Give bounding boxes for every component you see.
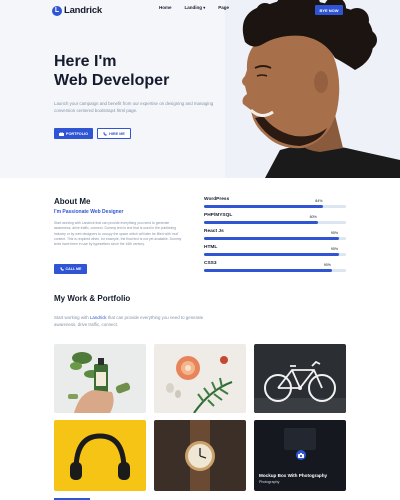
portfolio-image-watch	[154, 420, 246, 491]
skill-percent: 80%	[309, 215, 317, 219]
nav-item-label: Landing	[184, 5, 203, 10]
top-navbar: L Landrick Home Landing ▾ Page BYE NOW	[0, 0, 400, 20]
portfolio-intro-start: Start working with	[54, 315, 90, 320]
phone-icon	[59, 267, 64, 271]
portfolio-item[interactable]	[154, 344, 246, 413]
portfolio-image-headphones	[54, 420, 146, 491]
portfolio-button[interactable]: PORTFOLIO	[54, 128, 93, 139]
nav-item-home[interactable]: Home	[159, 5, 172, 10]
logo-mark-icon: L	[52, 5, 62, 16]
skill-percent: 95%	[330, 231, 339, 235]
skill-item: CSS3 90%	[204, 261, 346, 277]
skill-item: React Js 95%	[204, 229, 346, 245]
portfolio-title: My Work & Portfolio	[54, 294, 131, 303]
hero-subtitle: Launch your campaign and benefit from ou…	[54, 101, 214, 113]
progress-fill	[204, 253, 339, 256]
portfolio-item-hovered[interactable]: Mockup Box With Photography Photography	[254, 420, 346, 491]
developer-portrait	[242, 0, 400, 178]
skill-item: HTML 95%	[204, 245, 346, 261]
nav-item-landing[interactable]: Landing ▾	[185, 5, 206, 10]
skill-percent: 90%	[323, 263, 331, 267]
logo-text: Landrick	[64, 5, 102, 16]
hero-title-line-2: Web Developer	[54, 72, 170, 89]
skill-item: WordPress 84%	[204, 197, 346, 213]
camera-icon[interactable]	[296, 450, 306, 460]
portfolio-item[interactable]	[54, 420, 146, 491]
call-me-button[interactable]: CALL ME	[54, 264, 87, 274]
skill-percent: 95%	[330, 247, 339, 251]
briefcase-icon	[58, 131, 64, 136]
portfolio-item[interactable]	[54, 344, 146, 413]
portfolio-intro-link[interactable]: Landrick	[90, 315, 107, 320]
progress-fill	[204, 237, 339, 240]
call-me-button-label: CALL ME	[65, 267, 82, 271]
phone-icon	[103, 131, 107, 136]
portfolio-image-bottle	[54, 344, 146, 413]
skill-item: PHP/MYSQL 80%	[204, 213, 346, 229]
portfolio-button-label: PORTFOLIO	[65, 131, 89, 136]
hire-me-button-label: HIRE ME	[109, 131, 125, 136]
about-title: About Me	[54, 197, 91, 206]
chevron-down-icon: ▾	[203, 5, 206, 10]
progress-track	[204, 253, 346, 256]
skill-name: HTML	[204, 245, 218, 250]
progress-fill	[204, 269, 332, 272]
brand-logo[interactable]: L Landrick	[52, 5, 102, 16]
portfolio-intro: Start working with Landrick that can pro…	[54, 315, 224, 328]
progress-track	[204, 237, 346, 240]
skills-list: WordPress 84% PHP/MYSQL 80% React Js 95%…	[204, 197, 346, 277]
skill-name: PHP/MYSQL	[204, 213, 233, 218]
portfolio-image-bicycle	[254, 344, 346, 413]
nav-menu: Home Landing ▾ Page	[159, 5, 229, 10]
about-text: Start working with Landrick that can pro…	[54, 221, 182, 247]
skill-name: React Js	[204, 229, 224, 234]
hero-title-line-1: Here I'm	[54, 53, 117, 70]
portfolio-image-flower	[154, 344, 246, 413]
skill-percent: 84%	[315, 199, 323, 203]
skill-name: WordPress	[204, 197, 230, 202]
hire-me-button[interactable]: HIRE ME	[97, 128, 131, 139]
nav-item-page[interactable]: Page	[218, 5, 229, 10]
progress-track	[204, 269, 346, 272]
hero-title: Here I'm Web Developer	[54, 52, 169, 90]
progress-fill	[204, 221, 318, 224]
portfolio-item[interactable]	[254, 344, 346, 413]
progress-track	[204, 205, 346, 208]
buy-now-button[interactable]: BYE NOW	[315, 5, 343, 15]
progress-fill	[204, 205, 324, 208]
progress-track	[204, 221, 346, 224]
about-subtitle: I'm Passionate Web Designer	[54, 209, 124, 215]
skill-name: CSS3	[204, 261, 217, 266]
portfolio-caption-title[interactable]: Mockup Box With Photography	[259, 473, 327, 478]
portfolio-caption-category: Photography	[259, 480, 280, 484]
portfolio-item[interactable]	[154, 420, 246, 491]
